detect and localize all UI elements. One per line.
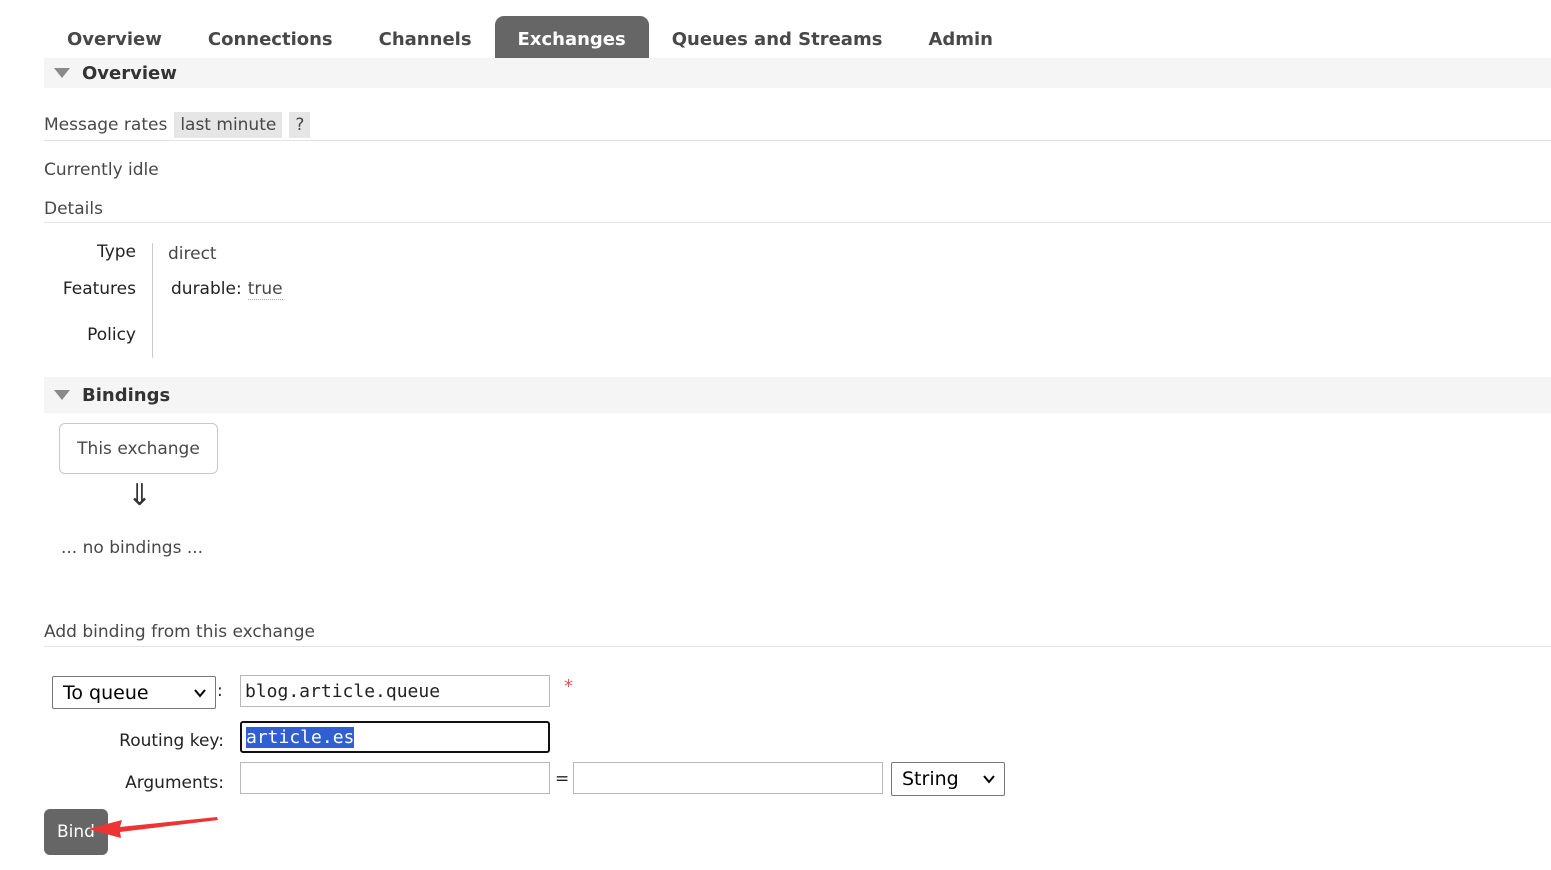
add-binding-title: Add binding from this exchange bbox=[44, 622, 315, 642]
message-rates-line: Message rates last minute ? bbox=[44, 112, 1551, 141]
argument-type-value: String bbox=[902, 768, 959, 790]
bindings-section-header[interactable]: Bindings bbox=[44, 377, 1551, 413]
details-line: Details bbox=[44, 199, 1551, 223]
status-text: Currently idle bbox=[44, 160, 159, 180]
details-label: Details bbox=[44, 199, 103, 219]
chevron-down-icon bbox=[194, 689, 206, 698]
policy-label: Policy bbox=[87, 325, 136, 345]
arguments-label: Arguments: bbox=[125, 773, 224, 793]
chevron-down-icon bbox=[983, 775, 995, 784]
tab-overview[interactable]: Overview bbox=[44, 16, 185, 62]
main-nav: Overview Connections Channels Exchanges … bbox=[44, 16, 1551, 63]
destination-input-value: blog.article.queue bbox=[245, 680, 441, 702]
bindings-section-title: Bindings bbox=[82, 384, 171, 406]
tab-queues-and-streams[interactable]: Queues and Streams bbox=[649, 16, 906, 62]
overview-section-header[interactable]: Overview bbox=[44, 58, 1551, 88]
this-exchange-label: This exchange bbox=[77, 438, 200, 459]
argument-value-input[interactable] bbox=[573, 762, 883, 794]
destination-input[interactable]: blog.article.queue bbox=[240, 675, 550, 707]
tab-admin[interactable]: Admin bbox=[905, 16, 1016, 62]
equals-sign: = bbox=[555, 769, 570, 789]
type-value: direct bbox=[168, 244, 217, 264]
destination-type-value: To queue bbox=[63, 681, 149, 704]
destination-colon: : bbox=[217, 681, 223, 701]
features-value: durable: true bbox=[171, 279, 283, 300]
argument-type-select[interactable]: String bbox=[891, 762, 1005, 796]
routing-key-value: article.es bbox=[246, 726, 355, 748]
bind-button[interactable]: Bind bbox=[44, 809, 108, 855]
this-exchange-box: This exchange bbox=[59, 423, 218, 474]
required-marker: * bbox=[564, 676, 573, 697]
triangle-down-icon bbox=[54, 68, 70, 78]
tab-connections[interactable]: Connections bbox=[185, 16, 356, 62]
message-rates-label: Message rates bbox=[44, 115, 168, 135]
details-divider bbox=[152, 243, 153, 358]
overview-section-title: Overview bbox=[82, 62, 177, 84]
destination-type-select[interactable]: To queue bbox=[52, 676, 216, 709]
type-label: Type bbox=[96, 242, 136, 262]
add-binding-line: Add binding from this exchange bbox=[44, 622, 1551, 647]
rate-period-selector[interactable]: last minute bbox=[174, 112, 283, 138]
down-arrow-icon: ⇓ bbox=[127, 478, 153, 513]
argument-key-input[interactable] bbox=[240, 762, 550, 794]
no-bindings-text: ... no bindings ... bbox=[61, 538, 204, 558]
features-label: Features bbox=[62, 279, 136, 299]
feature-durable-key: durable: bbox=[171, 279, 242, 299]
triangle-down-icon bbox=[54, 390, 70, 400]
feature-durable-value: true bbox=[247, 279, 283, 300]
routing-key-label: Routing key: bbox=[119, 731, 224, 751]
tab-exchanges[interactable]: Exchanges bbox=[494, 16, 649, 62]
help-button[interactable]: ? bbox=[289, 112, 311, 138]
tab-channels[interactable]: Channels bbox=[356, 16, 495, 62]
routing-key-input[interactable]: article.es bbox=[240, 721, 550, 753]
